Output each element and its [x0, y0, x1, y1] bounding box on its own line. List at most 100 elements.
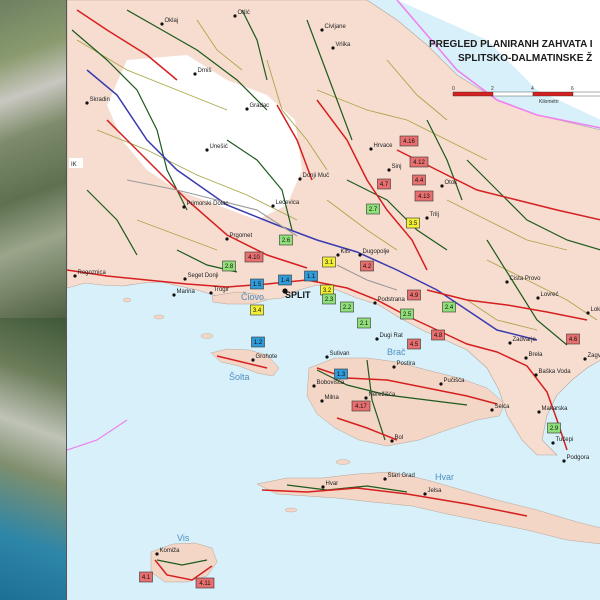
place-dot	[524, 356, 528, 360]
aerial-photo-strip	[0, 0, 66, 600]
place-label: Hvar	[326, 481, 339, 487]
project-badge-label: 2.2	[343, 305, 352, 311]
project-badge-4-1[interactable]: 4.1	[139, 571, 153, 583]
project-badge-label: 1.1	[307, 274, 316, 280]
place-dot	[209, 291, 213, 295]
place-label: Komiža	[160, 548, 181, 554]
place-dot	[490, 408, 494, 412]
place-label: Skradin	[90, 97, 110, 103]
project-badge-1-4[interactable]: 1.4	[278, 274, 292, 286]
place-label: Stari Grad	[388, 473, 415, 479]
project-badge-label: 4.11	[199, 581, 211, 587]
place-label: Tučepi	[556, 437, 574, 443]
split-city-label: SPLIT	[285, 290, 311, 300]
project-badge-4-6[interactable]: 4.6	[566, 333, 580, 345]
scale-tick-0: 0	[452, 86, 455, 92]
place-label: Gradac	[250, 103, 270, 109]
project-badge-4-11[interactable]: 4.11	[195, 577, 215, 589]
place-dot	[423, 492, 427, 496]
project-badge-3-2[interactable]: 3.2	[320, 284, 334, 296]
scale-unit: Kilometri	[539, 99, 558, 105]
project-badge-label: 1.5	[253, 282, 262, 288]
place-label: Marina	[177, 289, 196, 295]
aerial-photo-coast-road	[0, 0, 66, 318]
map-frame[interactable]: PREGLED PLANIRANH ZAHVATA I SPLITSKO-DAL…	[66, 0, 600, 600]
project-badge-1-1[interactable]: 1.1	[304, 270, 318, 282]
project-badge-1-5[interactable]: 1.5	[250, 278, 264, 290]
island-label-vis: Vis	[177, 533, 190, 543]
place-dot	[172, 293, 176, 297]
project-badge-4-7[interactable]: 4.7	[377, 178, 391, 190]
place-label: Rogoznica	[78, 270, 107, 276]
project-badge-label: 3.5	[409, 221, 418, 227]
project-badge-label: 3.1	[325, 260, 334, 266]
place-label: Oklaj	[165, 18, 179, 24]
project-badge-4-4[interactable]: 4.4	[412, 174, 426, 186]
place-dot	[505, 280, 509, 284]
place-label: Lećevica	[276, 200, 300, 206]
place-dot	[336, 253, 340, 257]
place-label: Sutivan	[330, 351, 350, 357]
place-label: Podstrana	[378, 297, 406, 303]
place-label: Civljane	[325, 24, 347, 30]
place-label: Primorski Dolac	[187, 201, 229, 207]
place-label: Baška Voda	[539, 369, 572, 375]
project-badge-2-7[interactable]: 2.7	[366, 203, 380, 215]
place-label: Donji Muč	[303, 173, 330, 179]
place-label: Drniš	[198, 68, 212, 74]
place-dot	[392, 365, 396, 369]
project-badge-label: 2.6	[282, 238, 291, 244]
place-dot	[225, 237, 229, 241]
project-badge-3-5[interactable]: 3.5	[406, 217, 420, 229]
project-badge-4-10[interactable]: 4.10	[244, 251, 264, 263]
place-dot	[583, 357, 587, 361]
project-badge-4-8[interactable]: 4.8	[431, 329, 445, 341]
place-dot	[331, 46, 335, 50]
edge-label: IK	[71, 162, 77, 168]
project-badge-4-16[interactable]: 4.16	[399, 135, 419, 147]
place-label: Pučišća	[444, 378, 466, 384]
project-badge-1-3[interactable]: 1.3	[334, 368, 348, 380]
place-label: Trogir	[214, 287, 229, 293]
place-label: Zagvo	[588, 353, 600, 359]
project-badge-3-4[interactable]: 3.4	[250, 304, 264, 316]
place-dot	[85, 101, 89, 105]
project-badge-4-9[interactable]: 4.9	[407, 289, 421, 301]
place-dot	[534, 373, 538, 377]
project-badge-4-13[interactable]: 4.13	[414, 190, 434, 202]
project-badge-label: 2.7	[369, 207, 378, 213]
place-label: Cista Provo	[510, 276, 542, 282]
map-title-line2: SPLITSKO-DALMATINSKE Ž	[458, 51, 592, 64]
scale-tick-6: 6	[571, 86, 574, 92]
project-badge-2-3[interactable]: 2.3	[322, 293, 336, 305]
project-badge-label: 3.4	[253, 308, 262, 314]
project-badge-2-8[interactable]: 2.8	[222, 260, 236, 272]
place-dot	[320, 28, 324, 32]
place-dot	[251, 358, 255, 362]
project-badge-1-2[interactable]: 1.2	[251, 336, 265, 348]
project-badge-4-2[interactable]: 4.2	[360, 260, 374, 272]
project-badge-label: 2.5	[403, 312, 412, 318]
project-badge-2-4[interactable]: 2.4	[442, 301, 456, 313]
project-badge-4-12[interactable]: 4.12	[409, 156, 429, 168]
place-dot	[586, 311, 590, 315]
project-badge-4-17[interactable]: 4.17	[351, 400, 371, 412]
place-label: Makarska	[542, 406, 569, 412]
project-badge-2-6[interactable]: 2.6	[279, 234, 293, 246]
project-badge-label: 2.4	[445, 305, 454, 311]
project-badge-3-1[interactable]: 3.1	[322, 256, 336, 268]
project-badge-2-5[interactable]: 2.5	[400, 308, 414, 320]
place-label: Podgora	[567, 455, 590, 461]
project-badge-2-2[interactable]: 2.2	[340, 301, 354, 313]
place-label: Bobovišća	[317, 380, 345, 386]
place-dot	[155, 552, 159, 556]
planning-map[interactable]: PREGLED PLANIRANH ZAHVATA I SPLITSKO-DAL…	[67, 0, 600, 600]
project-badge-4-5[interactable]: 4.5	[407, 338, 421, 350]
place-dot	[537, 410, 541, 414]
project-badge-label: 4.4	[415, 178, 424, 184]
project-badge-label: 2.1	[360, 321, 369, 327]
place-dot	[375, 337, 379, 341]
project-badge-2-9[interactable]: 2.9	[547, 422, 561, 434]
place-dot	[387, 168, 391, 172]
project-badge-2-1[interactable]: 2.1	[357, 317, 371, 329]
